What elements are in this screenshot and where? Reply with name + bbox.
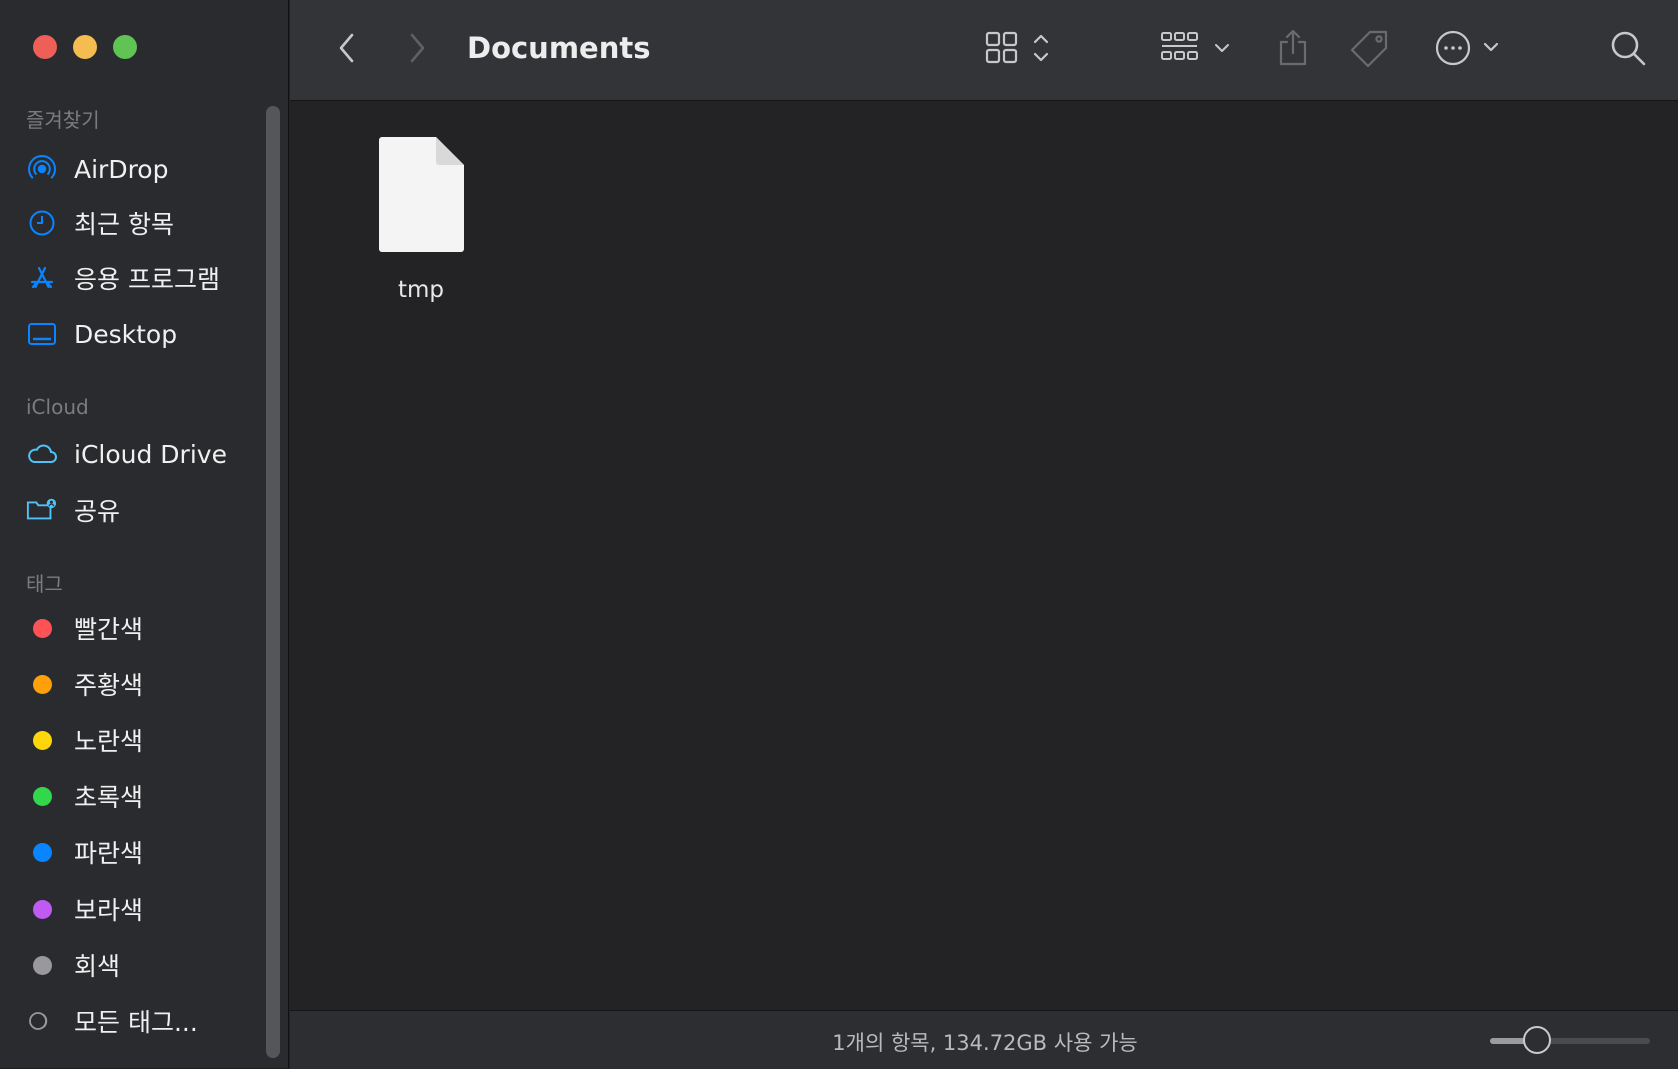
status-text: 1개의 항목, 134.72GB 사용 가능: [832, 1031, 1138, 1055]
status-bar: 1개의 항목, 134.72GB 사용 가능: [290, 1010, 1678, 1069]
file-browser[interactable]: tmp: [290, 101, 1678, 1010]
green-tag-icon: [32, 786, 52, 806]
tag-icon: [1350, 30, 1388, 68]
orange-tag-icon: [32, 674, 52, 694]
all-tags-icon: [26, 1005, 58, 1037]
red-tag-icon: [32, 618, 52, 638]
section-favorites: 즐겨찾기: [26, 108, 100, 132]
file-item[interactable]: tmp: [366, 135, 476, 303]
section-icloud: iCloud: [26, 395, 89, 419]
search-icon: [1611, 31, 1646, 66]
sidebar-item-label: 파란색: [74, 839, 144, 868]
search-button[interactable]: [1608, 28, 1648, 68]
slider-thumb[interactable]: [1523, 1026, 1551, 1054]
sidebar-tag-gray[interactable]: 회색: [26, 943, 266, 987]
window-title: Documents: [467, 31, 651, 65]
more-actions-button[interactable]: [1435, 28, 1507, 68]
grid-view-icon: [985, 31, 1049, 64]
forward-button[interactable]: [402, 28, 432, 68]
sidebar-item-label: 회색: [74, 952, 121, 981]
file-name: tmp: [397, 277, 445, 303]
sidebar-item-label: 보라색: [74, 896, 144, 925]
sidebar-tag-green[interactable]: 초록색: [26, 774, 266, 818]
toolbar: Documents: [290, 0, 1678, 101]
sidebar-item-recents[interactable]: 최근 항목: [26, 201, 266, 245]
share-icon: [1279, 29, 1307, 66]
tag-button[interactable]: [1348, 28, 1392, 68]
icon-size-slider[interactable]: [1490, 1026, 1650, 1054]
close-button[interactable]: [33, 35, 57, 59]
clock-icon: [26, 207, 58, 239]
forward-chevron-icon: [410, 33, 425, 63]
yellow-tag-icon: [32, 730, 52, 750]
finder-window: 즐겨찾기 AirDrop 최근 항목 응용 프로그램 Desktop iClou…: [0, 0, 1678, 1069]
sidebar-item-shared[interactable]: 공유: [26, 488, 266, 532]
sidebar-tag-blue[interactable]: 파란색: [26, 830, 266, 874]
blue-tag-icon: [32, 842, 52, 862]
sidebar-item-airdrop[interactable]: AirDrop: [26, 147, 266, 191]
sidebar-tag-purple[interactable]: 보라색: [26, 887, 266, 931]
sidebar-item-label: 노란색: [74, 727, 144, 756]
gray-tag-icon: [32, 955, 52, 975]
sidebar-tag-yellow[interactable]: 노란색: [26, 718, 266, 762]
airdrop-icon: [26, 153, 58, 185]
more-icon: [1435, 30, 1499, 66]
view-mode-button[interactable]: [985, 28, 1057, 68]
cloud-icon: [26, 438, 58, 470]
sidebar-item-desktop[interactable]: Desktop: [26, 312, 266, 356]
sidebar-item-label: 최근 항목: [74, 210, 174, 239]
section-tags: 태그: [26, 572, 63, 596]
zoom-button[interactable]: [113, 35, 137, 59]
sidebar-tag-red[interactable]: 빨간색: [26, 606, 266, 650]
group-icon: [1161, 32, 1229, 60]
group-button[interactable]: [1160, 28, 1236, 68]
share-button[interactable]: [1275, 28, 1311, 68]
document-icon: [379, 137, 464, 252]
desktop-icon: [26, 318, 58, 350]
window-controls: [33, 35, 137, 59]
purple-tag-icon: [32, 899, 52, 919]
back-button[interactable]: [332, 28, 362, 68]
sidebar-tag-orange[interactable]: 주황색: [26, 662, 266, 706]
sidebar-scrollbar[interactable]: [266, 106, 280, 1058]
sidebar-item-label: 공유: [74, 497, 121, 526]
applications-icon: [26, 262, 58, 294]
sidebar-item-label: 모든 태그...: [74, 1008, 198, 1037]
sidebar-item-applications[interactable]: 응용 프로그램: [26, 256, 266, 300]
back-chevron-icon: [339, 33, 354, 63]
sidebar-item-label: 초록색: [74, 783, 144, 812]
sidebar-tag-all[interactable]: 모든 태그...: [26, 999, 266, 1043]
shared-folder-icon: [26, 494, 58, 526]
sidebar-item-label: Desktop: [74, 319, 178, 349]
sidebar-item-label: AirDrop: [74, 154, 169, 184]
sidebar-item-label: 주황색: [74, 671, 144, 700]
minimize-button[interactable]: [73, 35, 97, 59]
sidebar-item-icloud-drive[interactable]: iCloud Drive: [26, 432, 266, 476]
sidebar-item-label: 응용 프로그램: [74, 265, 220, 294]
sidebar-item-label: iCloud Drive: [74, 439, 227, 469]
sidebar-item-label: 빨간색: [74, 615, 144, 644]
sidebar: 즐겨찾기 AirDrop 최근 항목 응용 프로그램 Desktop iClou…: [0, 0, 289, 1068]
